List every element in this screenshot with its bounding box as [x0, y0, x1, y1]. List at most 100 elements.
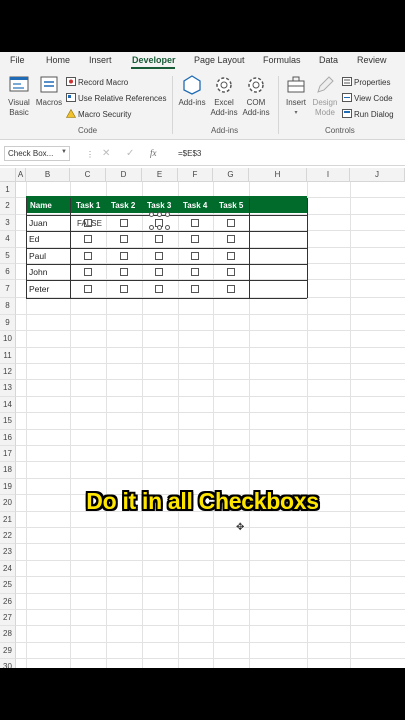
task-checkbox[interactable]	[155, 251, 163, 260]
resize-handle[interactable]	[149, 211, 154, 217]
record-macro-button[interactable]: Record Macro	[66, 77, 128, 87]
table-header-cell: Task 4	[183, 201, 208, 211]
excel-add-ins-button[interactable]: Excel Add-ins	[206, 74, 242, 118]
row-header[interactable]: 12	[0, 364, 16, 381]
row-header[interactable]: 18	[0, 462, 16, 479]
task-checkbox[interactable]	[155, 235, 163, 244]
select-all-corner[interactable]	[0, 168, 16, 182]
tab-formulas[interactable]: Formulas	[263, 55, 301, 65]
row-header[interactable]: 3	[0, 214, 16, 232]
tab-home[interactable]: Home	[46, 55, 70, 65]
task-checkbox[interactable]	[191, 251, 199, 260]
column-header[interactable]: G	[213, 168, 249, 182]
row-header[interactable]: 9	[0, 314, 16, 332]
column-header[interactable]: D	[106, 168, 142, 182]
row-header[interactable]: 5	[0, 247, 16, 264]
resize-handle[interactable]	[165, 224, 170, 230]
task-checkbox[interactable]	[155, 268, 163, 277]
task-checkbox[interactable]	[227, 235, 235, 244]
column-header[interactable]: A	[16, 168, 26, 182]
gridline	[16, 445, 405, 446]
excel-window: File Home Insert Developer Page Layout F…	[0, 52, 405, 668]
cancel-icon[interactable]: ✕	[102, 148, 110, 159]
insert-function-icon[interactable]: fx	[150, 148, 157, 158]
task-checkbox[interactable]	[120, 251, 128, 260]
row-header[interactable]: 11	[0, 347, 16, 364]
row-header[interactable]: 25	[0, 577, 16, 594]
gridline	[16, 412, 405, 414]
row-header[interactable]: 23	[0, 544, 16, 561]
task-checkbox[interactable]	[84, 268, 92, 277]
column-header[interactable]: H	[249, 168, 307, 182]
task-checkbox[interactable]	[191, 219, 199, 227]
insert-control-button[interactable]: Insert ▾	[282, 74, 310, 118]
table-border	[26, 231, 307, 233]
tab-data[interactable]: Data	[319, 55, 338, 65]
resize-handle[interactable]	[165, 211, 170, 217]
row-header[interactable]: 28	[0, 626, 16, 643]
task-checkbox[interactable]	[120, 285, 128, 294]
row-header[interactable]: 15	[0, 413, 16, 430]
view-code-button[interactable]: View Code	[342, 93, 393, 103]
column-header[interactable]: B	[26, 168, 70, 182]
run-dialog-button[interactable]: Run Dialog	[342, 109, 394, 119]
column-header[interactable]: C	[70, 168, 106, 182]
row-header[interactable]: 26	[0, 593, 16, 610]
row-header[interactable]: 24	[0, 560, 16, 578]
tab-page-layout[interactable]: Page Layout	[194, 55, 245, 65]
macros-button[interactable]: Macros	[34, 74, 64, 108]
add-ins-button[interactable]: Add-ins	[176, 74, 208, 108]
use-relative-references-button[interactable]: Use Relative References	[66, 93, 166, 103]
column-header[interactable]: I	[307, 168, 350, 182]
row-header[interactable]: 2	[0, 198, 16, 215]
chevron-down-icon[interactable]: ▼	[61, 149, 67, 155]
resize-handle[interactable]	[157, 211, 162, 217]
tab-insert[interactable]: Insert	[89, 55, 112, 65]
row-header[interactable]: 29	[0, 642, 16, 660]
task-checkbox[interactable]	[120, 268, 128, 277]
column-header[interactable]: F	[178, 168, 213, 182]
properties-button[interactable]: Properties	[342, 77, 390, 87]
row-header[interactable]: 16	[0, 429, 16, 446]
task-checkbox[interactable]	[84, 235, 92, 244]
row-header[interactable]: 8	[0, 298, 16, 315]
resize-handle[interactable]	[149, 224, 154, 230]
name-cell: Juan	[29, 218, 48, 228]
formula-input[interactable]: =$E$3	[178, 149, 201, 158]
row-header[interactable]: 22	[0, 528, 16, 545]
task-checkbox[interactable]	[155, 285, 163, 294]
task-checkbox[interactable]	[227, 268, 235, 277]
resize-handle[interactable]	[157, 224, 162, 230]
visual-basic-button[interactable]: Visual Basic	[4, 74, 34, 118]
row-header[interactable]: 30	[0, 659, 16, 668]
column-header[interactable]: E	[142, 168, 178, 182]
tab-review[interactable]: Review	[357, 55, 387, 65]
tab-developer[interactable]: Developer	[132, 55, 176, 65]
task-checkbox[interactable]	[227, 219, 235, 227]
row-header[interactable]: 4	[0, 231, 16, 248]
com-add-ins-button[interactable]: COM Add-ins	[238, 74, 274, 118]
task-checkbox[interactable]	[120, 235, 128, 244]
row-header[interactable]: 6	[0, 264, 16, 281]
enter-icon[interactable]: ✓	[126, 148, 134, 159]
design-mode-button[interactable]: Design Mode	[310, 74, 340, 118]
task-checkbox[interactable]	[191, 235, 199, 244]
column-header[interactable]: J	[350, 168, 405, 182]
spreadsheet-grid[interactable]: ABCDEFGHIJ 1 2 3 4 5 6 7 8 9 10 11 12 13 14 15 16 17 18 19…	[0, 168, 405, 668]
task-checkbox[interactable]	[191, 285, 199, 294]
row-header[interactable]: 27	[0, 610, 16, 627]
task-checkbox[interactable]	[84, 285, 92, 294]
row-header[interactable]: 7	[0, 280, 16, 299]
row-header[interactable]: 14	[0, 396, 16, 414]
row-header[interactable]: 13	[0, 380, 16, 397]
row-header[interactable]: 1	[0, 182, 16, 199]
task-checkbox[interactable]	[227, 285, 235, 294]
row-header[interactable]: 17	[0, 446, 16, 463]
task-checkbox[interactable]	[227, 251, 235, 260]
task-checkbox[interactable]	[191, 268, 199, 277]
task-checkbox[interactable]	[120, 219, 128, 227]
macro-security-button[interactable]: Macro Security	[65, 108, 131, 119]
tab-file[interactable]: File	[10, 55, 25, 65]
task-checkbox[interactable]	[84, 251, 92, 260]
row-header[interactable]: 10	[0, 331, 16, 348]
